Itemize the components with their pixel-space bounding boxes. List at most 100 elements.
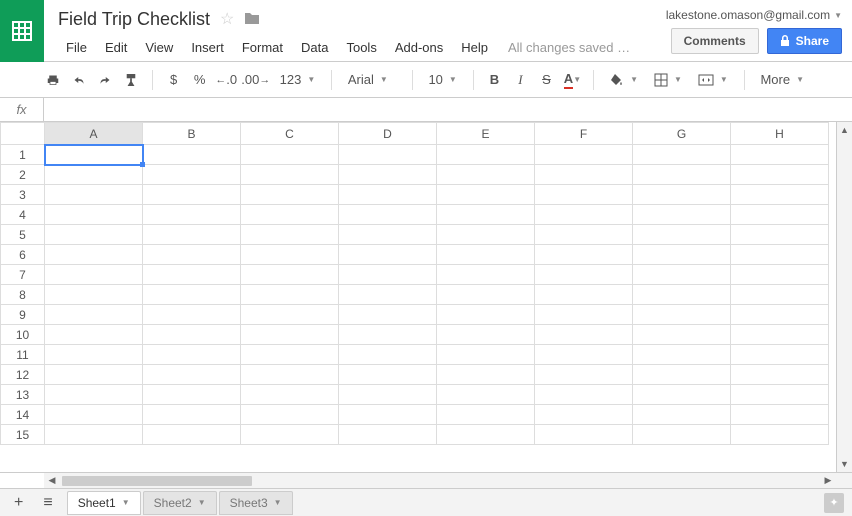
cell-B7[interactable]: [143, 265, 241, 285]
cell-B13[interactable]: [143, 385, 241, 405]
cell-F10[interactable]: [535, 325, 633, 345]
scroll-down-icon[interactable]: ▼: [837, 456, 852, 472]
menu-data[interactable]: Data: [293, 38, 336, 57]
cell-F14[interactable]: [535, 405, 633, 425]
cell-G7[interactable]: [633, 265, 731, 285]
cell-H5[interactable]: [731, 225, 829, 245]
print-button[interactable]: [42, 68, 64, 92]
cell-H7[interactable]: [731, 265, 829, 285]
cell-F12[interactable]: [535, 365, 633, 385]
cell-E4[interactable]: [437, 205, 535, 225]
cell-D3[interactable]: [339, 185, 437, 205]
cell-E5[interactable]: [437, 225, 535, 245]
tab-menu-icon[interactable]: ▼: [122, 498, 130, 507]
cell-H10[interactable]: [731, 325, 829, 345]
cell-F1[interactable]: [535, 145, 633, 165]
cell-C2[interactable]: [241, 165, 339, 185]
column-header-E[interactable]: E: [437, 123, 535, 145]
cell-A3[interactable]: [45, 185, 143, 205]
cell-H2[interactable]: [731, 165, 829, 185]
cell-G15[interactable]: [633, 425, 731, 445]
sheet-tab-sheet2[interactable]: Sheet2▼: [143, 491, 217, 515]
sheet-tab-sheet3[interactable]: Sheet3▼: [219, 491, 293, 515]
cell-C1[interactable]: [241, 145, 339, 165]
cell-E9[interactable]: [437, 305, 535, 325]
cell-A1[interactable]: [45, 145, 143, 165]
cell-E13[interactable]: [437, 385, 535, 405]
row-header-9[interactable]: 9: [1, 305, 45, 325]
cell-C15[interactable]: [241, 425, 339, 445]
cell-H4[interactable]: [731, 205, 829, 225]
row-header-6[interactable]: 6: [1, 245, 45, 265]
column-header-D[interactable]: D: [339, 123, 437, 145]
menu-view[interactable]: View: [137, 38, 181, 57]
cell-A15[interactable]: [45, 425, 143, 445]
cell-G12[interactable]: [633, 365, 731, 385]
cell-D8[interactable]: [339, 285, 437, 305]
italic-button[interactable]: I: [509, 68, 531, 92]
row-header-12[interactable]: 12: [1, 365, 45, 385]
cell-B9[interactable]: [143, 305, 241, 325]
cell-A5[interactable]: [45, 225, 143, 245]
vertical-scrollbar[interactable]: ▲ ▼: [836, 122, 852, 472]
add-sheet-button[interactable]: +: [8, 490, 29, 516]
cell-F8[interactable]: [535, 285, 633, 305]
cell-B6[interactable]: [143, 245, 241, 265]
column-header-C[interactable]: C: [241, 123, 339, 145]
cell-G5[interactable]: [633, 225, 731, 245]
cell-G14[interactable]: [633, 405, 731, 425]
cell-B10[interactable]: [143, 325, 241, 345]
cell-E1[interactable]: [437, 145, 535, 165]
cell-C7[interactable]: [241, 265, 339, 285]
cell-B14[interactable]: [143, 405, 241, 425]
cell-F11[interactable]: [535, 345, 633, 365]
cell-C12[interactable]: [241, 365, 339, 385]
cell-A8[interactable]: [45, 285, 143, 305]
cell-B1[interactable]: [143, 145, 241, 165]
menu-tools[interactable]: Tools: [338, 38, 384, 57]
cell-H3[interactable]: [731, 185, 829, 205]
folder-icon[interactable]: [244, 11, 260, 28]
scroll-thumb[interactable]: [62, 476, 252, 486]
fill-color-button[interactable]: ▼: [604, 71, 644, 89]
cell-G4[interactable]: [633, 205, 731, 225]
cell-G11[interactable]: [633, 345, 731, 365]
cell-H15[interactable]: [731, 425, 829, 445]
cell-F6[interactable]: [535, 245, 633, 265]
column-header-B[interactable]: B: [143, 123, 241, 145]
cell-F7[interactable]: [535, 265, 633, 285]
cell-G9[interactable]: [633, 305, 731, 325]
row-header-11[interactable]: 11: [1, 345, 45, 365]
sheet-tab-sheet1[interactable]: Sheet1▼: [67, 491, 141, 515]
paint-format-button[interactable]: [120, 68, 142, 92]
menu-file[interactable]: File: [58, 38, 95, 57]
cell-E3[interactable]: [437, 185, 535, 205]
cell-A2[interactable]: [45, 165, 143, 185]
cell-E7[interactable]: [437, 265, 535, 285]
menu-help[interactable]: Help: [453, 38, 496, 57]
cell-A13[interactable]: [45, 385, 143, 405]
cell-E8[interactable]: [437, 285, 535, 305]
cell-C10[interactable]: [241, 325, 339, 345]
cell-C13[interactable]: [241, 385, 339, 405]
tab-menu-icon[interactable]: ▼: [274, 498, 282, 507]
horizontal-scrollbar[interactable]: ◀ ▶: [44, 473, 836, 488]
column-header-G[interactable]: G: [633, 123, 731, 145]
cell-E6[interactable]: [437, 245, 535, 265]
cell-G6[interactable]: [633, 245, 731, 265]
cell-D2[interactable]: [339, 165, 437, 185]
cell-A12[interactable]: [45, 365, 143, 385]
row-header-10[interactable]: 10: [1, 325, 45, 345]
all-sheets-button[interactable]: ≡: [37, 490, 58, 516]
cell-F5[interactable]: [535, 225, 633, 245]
text-color-button[interactable]: A ▼: [561, 68, 583, 92]
row-header-13[interactable]: 13: [1, 385, 45, 405]
share-button[interactable]: Share: [767, 28, 842, 54]
cell-G2[interactable]: [633, 165, 731, 185]
cell-G1[interactable]: [633, 145, 731, 165]
cell-B5[interactable]: [143, 225, 241, 245]
cell-C11[interactable]: [241, 345, 339, 365]
percent-button[interactable]: %: [189, 68, 211, 92]
cell-C6[interactable]: [241, 245, 339, 265]
cell-H12[interactable]: [731, 365, 829, 385]
